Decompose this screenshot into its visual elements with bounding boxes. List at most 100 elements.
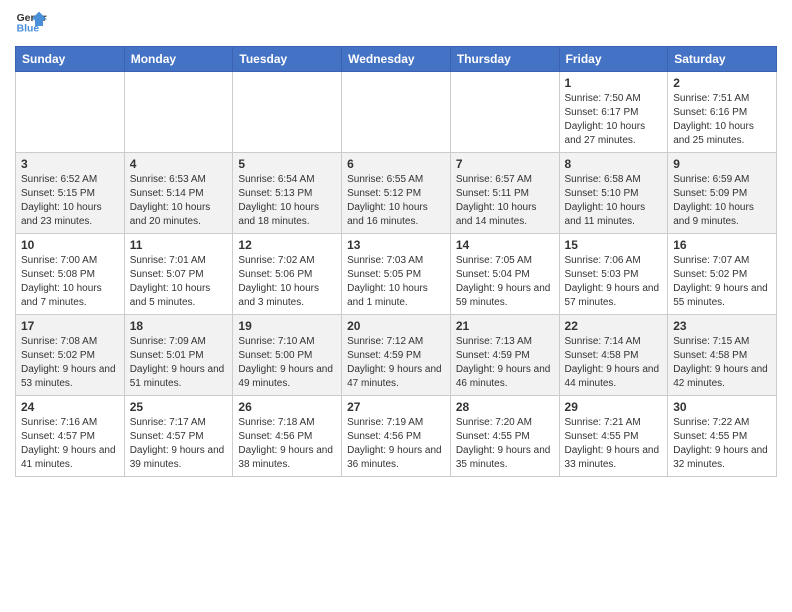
calendar-cell: 2 Sunrise: 7:51 AM Sunset: 6:16 PM Daylig… <box>668 72 777 153</box>
calendar-cell: 30 Sunrise: 7:22 AM Sunset: 4:55 PM Dayli… <box>668 396 777 477</box>
calendar-cell <box>450 72 559 153</box>
day-number: 21 <box>456 319 554 333</box>
day-number: 19 <box>238 319 336 333</box>
day-info: Sunrise: 7:15 AM Sunset: 4:58 PM Dayligh… <box>673 335 771 391</box>
header: General Blue <box>15 10 777 38</box>
page: General Blue SundayMondayTuesdayWednesda… <box>0 0 792 487</box>
day-number: 27 <box>347 400 445 414</box>
day-number: 29 <box>565 400 663 414</box>
day-info: Sunrise: 6:53 AM Sunset: 5:14 PM Dayligh… <box>130 173 228 229</box>
calendar-cell: 24Sunrise: 7:16 AM Sunset: 4:57 PM Dayli… <box>16 396 125 477</box>
calendar-cell: 26 Sunrise: 7:18 AM Sunset: 4:56 PM Dayli… <box>233 396 342 477</box>
day-number: 2 <box>673 76 771 90</box>
day-number: 30 <box>673 400 771 414</box>
calendar-week-1: 1 Sunrise: 7:50 AM Sunset: 6:17 PM Daylig… <box>16 72 777 153</box>
calendar-cell: 23 Sunrise: 7:15 AM Sunset: 4:58 PM Dayli… <box>668 315 777 396</box>
calendar-cell <box>233 72 342 153</box>
calendar-cell: 16 Sunrise: 7:07 AM Sunset: 5:02 PM Dayli… <box>668 234 777 315</box>
weekday-header-friday: Friday <box>559 47 668 72</box>
calendar-cell: 10Sunrise: 7:00 AM Sunset: 5:08 PM Dayli… <box>16 234 125 315</box>
calendar-cell: 21 Sunrise: 7:13 AM Sunset: 4:59 PM Dayli… <box>450 315 559 396</box>
logo-icon: General Blue <box>15 10 47 38</box>
calendar-cell: 5 Sunrise: 6:54 AM Sunset: 5:13 PM Daylig… <box>233 153 342 234</box>
day-number: 8 <box>565 157 663 171</box>
day-info: Sunrise: 7:09 AM Sunset: 5:01 PM Dayligh… <box>130 335 228 391</box>
calendar-header-row: SundayMondayTuesdayWednesdayThursdayFrid… <box>16 47 777 72</box>
day-info: Sunrise: 7:05 AM Sunset: 5:04 PM Dayligh… <box>456 254 554 310</box>
day-number: 5 <box>238 157 336 171</box>
calendar-cell: 27Sunrise: 7:19 AM Sunset: 4:56 PM Dayli… <box>342 396 451 477</box>
calendar-cell: 11Sunrise: 7:01 AM Sunset: 5:07 PM Dayli… <box>124 234 233 315</box>
calendar-cell: 29 Sunrise: 7:21 AM Sunset: 4:55 PM Dayli… <box>559 396 668 477</box>
calendar-cell: 15 Sunrise: 7:06 AM Sunset: 5:03 PM Dayli… <box>559 234 668 315</box>
day-info: Sunrise: 7:50 AM Sunset: 6:17 PM Dayligh… <box>565 92 663 148</box>
weekday-header-wednesday: Wednesday <box>342 47 451 72</box>
day-number: 20 <box>347 319 445 333</box>
day-number: 18 <box>130 319 228 333</box>
day-number: 22 <box>565 319 663 333</box>
day-info: Sunrise: 7:06 AM Sunset: 5:03 PM Dayligh… <box>565 254 663 310</box>
day-number: 24 <box>21 400 119 414</box>
calendar-cell: 14 Sunrise: 7:05 AM Sunset: 5:04 PM Dayli… <box>450 234 559 315</box>
day-info: Sunrise: 7:10 AM Sunset: 5:00 PM Dayligh… <box>238 335 336 391</box>
day-number: 7 <box>456 157 554 171</box>
day-number: 1 <box>565 76 663 90</box>
logo: General Blue <box>15 10 47 38</box>
day-info: Sunrise: 7:02 AM Sunset: 5:06 PM Dayligh… <box>238 254 336 310</box>
day-info: Sunrise: 7:51 AM Sunset: 6:16 PM Dayligh… <box>673 92 771 148</box>
day-info: Sunrise: 7:13 AM Sunset: 4:59 PM Dayligh… <box>456 335 554 391</box>
calendar-cell: 25 Sunrise: 7:17 AM Sunset: 4:57 PM Dayli… <box>124 396 233 477</box>
calendar-cell: 17Sunrise: 7:08 AM Sunset: 5:02 PM Dayli… <box>16 315 125 396</box>
calendar-cell: 8 Sunrise: 6:58 AM Sunset: 5:10 PM Daylig… <box>559 153 668 234</box>
day-number: 15 <box>565 238 663 252</box>
calendar-cell: 3 Sunrise: 6:52 AM Sunset: 5:15 PM Daylig… <box>16 153 125 234</box>
calendar-cell: 4 Sunrise: 6:53 AM Sunset: 5:14 PM Daylig… <box>124 153 233 234</box>
day-info: Sunrise: 7:01 AM Sunset: 5:07 PM Dayligh… <box>130 254 228 310</box>
calendar-cell <box>124 72 233 153</box>
day-number: 3 <box>21 157 119 171</box>
day-info: Sunrise: 7:14 AM Sunset: 4:58 PM Dayligh… <box>565 335 663 391</box>
day-info: Sunrise: 7:07 AM Sunset: 5:02 PM Dayligh… <box>673 254 771 310</box>
weekday-header-saturday: Saturday <box>668 47 777 72</box>
day-number: 16 <box>673 238 771 252</box>
day-number: 14 <box>456 238 554 252</box>
day-number: 4 <box>130 157 228 171</box>
day-number: 28 <box>456 400 554 414</box>
day-info: Sunrise: 7:21 AM Sunset: 4:55 PM Dayligh… <box>565 416 663 472</box>
calendar-cell: 18 Sunrise: 7:09 AM Sunset: 5:01 PM Dayli… <box>124 315 233 396</box>
day-info: Sunrise: 6:58 AM Sunset: 5:10 PM Dayligh… <box>565 173 663 229</box>
day-info: Sunrise: 7:17 AM Sunset: 4:57 PM Dayligh… <box>130 416 228 472</box>
day-info: Sunrise: 7:12 AM Sunset: 4:59 PM Dayligh… <box>347 335 445 391</box>
calendar-cell: 1 Sunrise: 7:50 AM Sunset: 6:17 PM Daylig… <box>559 72 668 153</box>
calendar-cell <box>16 72 125 153</box>
calendar-cell: 12 Sunrise: 7:02 AM Sunset: 5:06 PM Dayli… <box>233 234 342 315</box>
day-number: 25 <box>130 400 228 414</box>
day-info: Sunrise: 7:03 AM Sunset: 5:05 PM Dayligh… <box>347 254 445 310</box>
calendar-cell: 28 Sunrise: 7:20 AM Sunset: 4:55 PM Dayli… <box>450 396 559 477</box>
day-info: Sunrise: 7:22 AM Sunset: 4:55 PM Dayligh… <box>673 416 771 472</box>
day-info: Sunrise: 7:18 AM Sunset: 4:56 PM Dayligh… <box>238 416 336 472</box>
day-number: 6 <box>347 157 445 171</box>
day-number: 9 <box>673 157 771 171</box>
day-info: Sunrise: 6:52 AM Sunset: 5:15 PM Dayligh… <box>21 173 119 229</box>
day-info: Sunrise: 6:54 AM Sunset: 5:13 PM Dayligh… <box>238 173 336 229</box>
day-info: Sunrise: 7:20 AM Sunset: 4:55 PM Dayligh… <box>456 416 554 472</box>
day-number: 17 <box>21 319 119 333</box>
calendar-week-4: 17Sunrise: 7:08 AM Sunset: 5:02 PM Dayli… <box>16 315 777 396</box>
calendar-week-2: 3 Sunrise: 6:52 AM Sunset: 5:15 PM Daylig… <box>16 153 777 234</box>
calendar-table: SundayMondayTuesdayWednesdayThursdayFrid… <box>15 46 777 477</box>
day-number: 23 <box>673 319 771 333</box>
day-number: 26 <box>238 400 336 414</box>
day-info: Sunrise: 7:00 AM Sunset: 5:08 PM Dayligh… <box>21 254 119 310</box>
calendar-cell: 13 Sunrise: 7:03 AM Sunset: 5:05 PM Dayli… <box>342 234 451 315</box>
weekday-header-sunday: Sunday <box>16 47 125 72</box>
day-info: Sunrise: 6:59 AM Sunset: 5:09 PM Dayligh… <box>673 173 771 229</box>
weekday-header-monday: Monday <box>124 47 233 72</box>
day-number: 12 <box>238 238 336 252</box>
day-info: Sunrise: 6:57 AM Sunset: 5:11 PM Dayligh… <box>456 173 554 229</box>
day-number: 13 <box>347 238 445 252</box>
calendar-cell: 20 Sunrise: 7:12 AM Sunset: 4:59 PM Dayli… <box>342 315 451 396</box>
calendar-cell <box>342 72 451 153</box>
calendar-cell: 19 Sunrise: 7:10 AM Sunset: 5:00 PM Dayli… <box>233 315 342 396</box>
weekday-header-tuesday: Tuesday <box>233 47 342 72</box>
